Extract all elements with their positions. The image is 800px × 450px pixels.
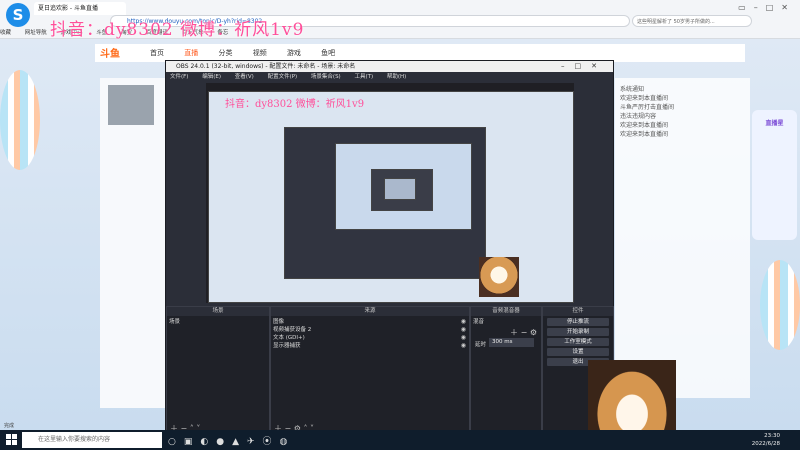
site-menu: 首页 直播 分类 视频 游戏 鱼吧: [150, 48, 353, 58]
mixer-item[interactable]: 混音: [473, 318, 484, 326]
windows-taskbar: 在这里输入你要搜索的内容 ○▣◐●▲✈⦿◍ 23:30 2022/6/28: [0, 430, 800, 450]
obs-menu-bar: 文件(F) 编辑(E) 查看(V) 配置文件(P) 场景集合(S) 工具(T) …: [166, 72, 613, 82]
sources-dock: 来源 图像 视频捕获设备 2 文本 (GDI+) 显示器捕获 ◉ ◉ ◉ ◉ ＋ − …: [270, 306, 470, 435]
event-badge[interactable]: 直播星: [752, 110, 797, 240]
preview-capture-nested: [335, 143, 472, 230]
chat-line: 系统通知: [620, 86, 645, 93]
obs-menu-item[interactable]: 帮助(H): [387, 74, 406, 80]
preview-capture-nested: [284, 127, 486, 279]
bookmark-item[interactable]: 收藏: [0, 30, 11, 36]
source-item[interactable]: 视频捕获设备 2: [273, 326, 463, 334]
scenes-dock: 场景 场景 ＋ − ˄ ˅: [166, 306, 270, 435]
obs-title-bar: OBS 24.0.1 (32-bit, windows) - 配置文件: 未命名…: [166, 61, 613, 72]
menu-item[interactable]: 鱼吧: [321, 49, 335, 57]
browser-logo-icon[interactable]: S: [6, 3, 30, 27]
studio-mode-button[interactable]: 工作室模式: [547, 338, 609, 346]
stop-streaming-button[interactable]: 停止推流: [547, 318, 609, 326]
chat-line: 欢迎来到本直播间: [620, 131, 669, 138]
obs-preview[interactable]: 抖音：dy8302 微博：祈风1v9: [206, 83, 574, 303]
dock-title: 音频混音器: [471, 307, 541, 316]
search-suggestion[interactable]: 这些明星解析了 50岁男子所做的...: [632, 15, 752, 27]
chat-line: 斗鱼严厉打击直播间: [620, 104, 675, 111]
streamer-avatar[interactable]: [108, 85, 154, 125]
watermark-text: 抖音：dy8302 微博：祈风1v9: [50, 20, 305, 40]
window-controls[interactable]: ▭–□✕: [738, 3, 796, 12]
dock-title: 场景: [167, 307, 269, 316]
preview-capture: 抖音：dy8302 微博：祈风1v9: [208, 91, 574, 303]
obs-menu-item[interactable]: 场景集合(S): [311, 74, 341, 80]
obs-menu-item[interactable]: 查看(V): [235, 74, 254, 80]
scene-item[interactable]: 场景: [169, 318, 180, 326]
settings-button[interactable]: 设置: [547, 348, 609, 356]
taskbar-app-icons[interactable]: ○▣◐●▲✈⦿◍: [168, 434, 295, 447]
source-item[interactable]: 文本 (GDI+): [273, 334, 463, 342]
visibility-eye-icon[interactable]: ◉ ◉ ◉ ◉: [461, 318, 466, 350]
badge-label: 直播星: [765, 120, 784, 127]
site-logo[interactable]: 斗鱼: [100, 45, 120, 60]
decorative-float: [760, 260, 800, 350]
start-recording-button[interactable]: 开始录制: [547, 328, 609, 336]
preview-capture-nested: [371, 169, 433, 211]
mixer-controls[interactable]: ＋ − ⚙: [510, 327, 537, 338]
taskbar-search-input[interactable]: 在这里输入你要搜索的内容: [22, 432, 162, 448]
menu-item[interactable]: 分类: [218, 49, 232, 57]
nested-watermark: 抖音：dy8302 微博：祈风1v9: [225, 99, 365, 110]
taskbar-clock[interactable]: 23:30 2022/6/28: [752, 432, 780, 448]
bookmark-item[interactable]: 网址导航: [25, 30, 47, 36]
dock-title: 来源: [271, 307, 469, 316]
obs-menu-item[interactable]: 工具(T): [354, 74, 373, 80]
chat-line: 违法违规内容: [620, 113, 657, 120]
dock-title: 控件: [543, 307, 613, 316]
decorative-float: [0, 70, 40, 170]
chat-line: 欢迎来到本直播间: [620, 95, 669, 102]
source-item[interactable]: 图像: [273, 318, 463, 326]
obs-menu-item[interactable]: 文件(F): [170, 74, 188, 80]
menu-item[interactable]: 首页: [150, 49, 164, 57]
windows-start-icon[interactable]: [6, 434, 17, 445]
preview-capture-nested: [384, 178, 416, 200]
obs-window-controls[interactable]: –□✕: [561, 61, 607, 72]
browser-tab[interactable]: 夏日追欢影 - 斗鱼直播: [34, 2, 126, 15]
left-column: [100, 78, 165, 408]
audio-mixer-dock: 音频混音器 混音 ＋ − ⚙ 延时 300 ms: [470, 306, 542, 435]
source-item[interactable]: 显示器捕获: [273, 342, 463, 350]
menu-item[interactable]: 视频: [253, 49, 267, 57]
chat-line: 欢迎来到本直播间: [620, 122, 669, 129]
obs-menu-item[interactable]: 编辑(E): [202, 74, 221, 80]
delay-input[interactable]: 300 ms: [489, 338, 534, 347]
delay-label: 延时: [475, 342, 487, 348]
menu-item-active[interactable]: 直播: [184, 49, 198, 57]
clock-date: 2022/6/28: [751, 441, 780, 447]
obs-menu-item[interactable]: 配置文件(P): [268, 74, 298, 80]
clock-time: 23:30: [764, 433, 780, 439]
obs-window: OBS 24.0.1 (32-bit, windows) - 配置文件: 未命名…: [165, 60, 614, 435]
browser-status-bar: 完成: [4, 423, 15, 429]
chat-messages: 系统通知 欢迎来到本直播间 斗鱼严厉打击直播间 违法违规内容 欢迎来到本直播间 …: [620, 85, 745, 139]
menu-item[interactable]: 游戏: [287, 49, 301, 57]
webcam-preview-image: [479, 257, 519, 297]
